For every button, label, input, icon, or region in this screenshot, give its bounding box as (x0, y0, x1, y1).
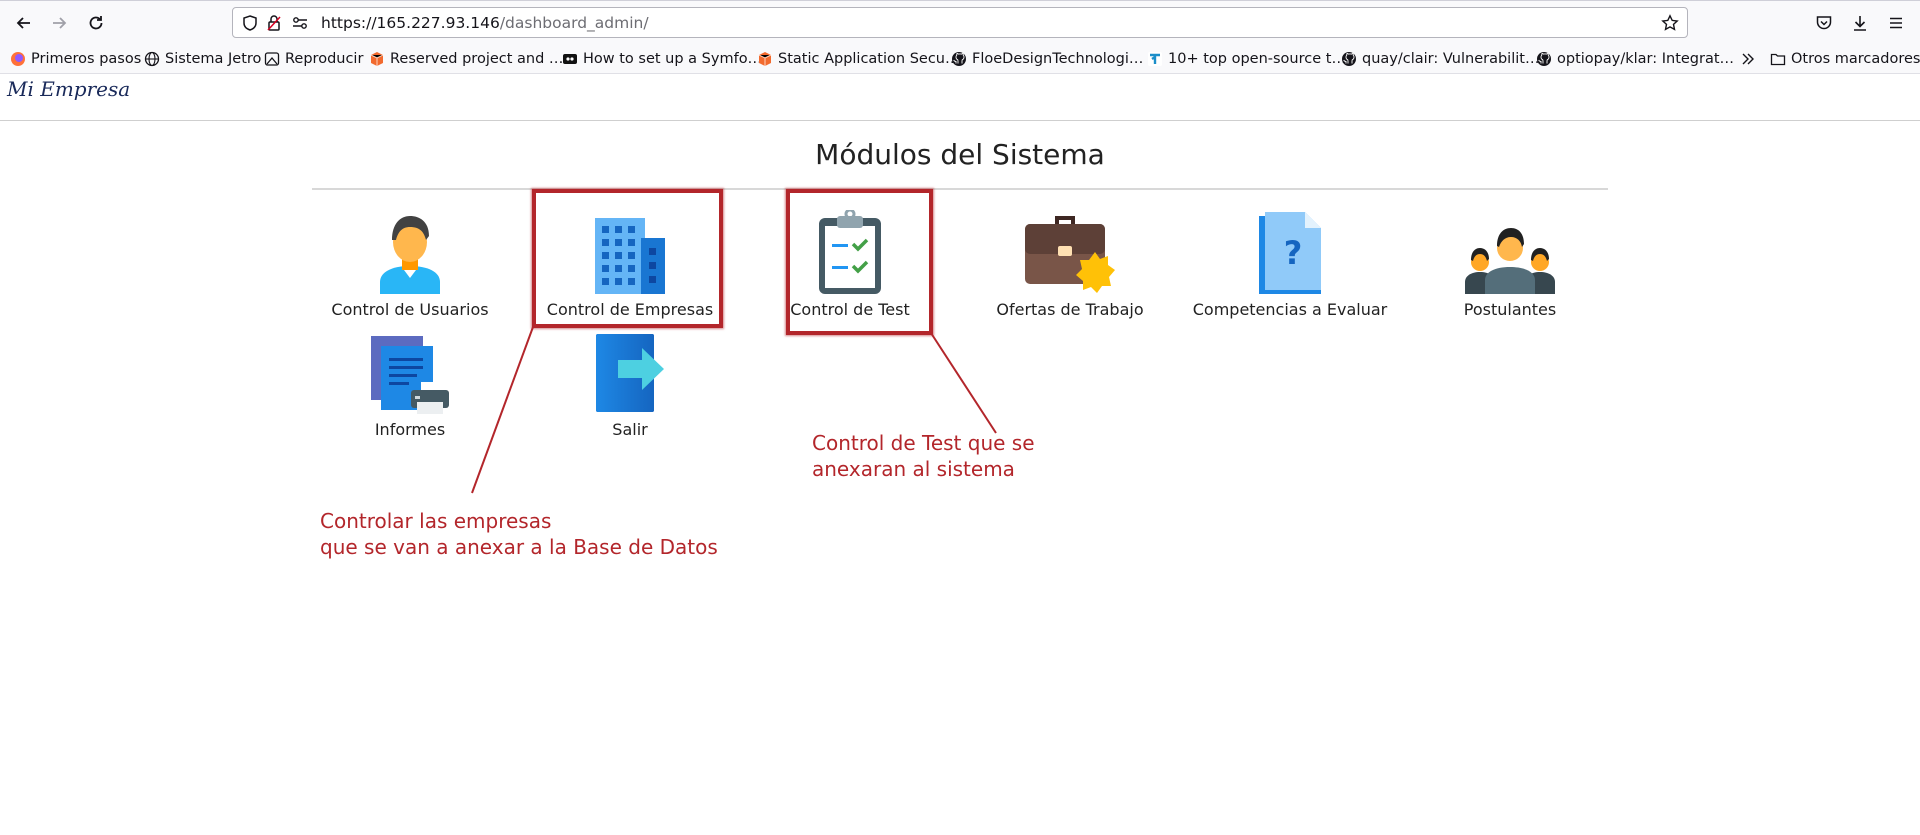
annotation-empresas: Controlar las empresas que se van a anex… (320, 509, 718, 559)
annotation-lines (471, 326, 997, 494)
pointer-line-empresas (471, 326, 534, 494)
annotation-test: Control de Test que se anexaran al siste… (812, 431, 1035, 481)
pointer-line-test (930, 332, 997, 434)
